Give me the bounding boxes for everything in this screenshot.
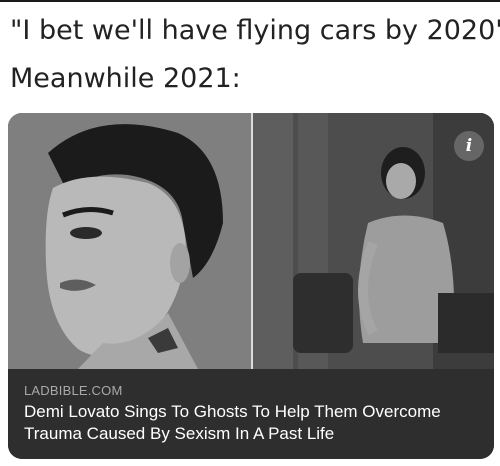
top-divider: [0, 0, 500, 2]
portrait-photo: [8, 113, 251, 369]
info-icon[interactable]: i: [454, 131, 484, 161]
news-source: LADBIBLE.COM: [24, 383, 123, 398]
news-card[interactable]: i LADBIBLE.COM Demi Lovato Sings To Ghos…: [8, 113, 494, 459]
portrait-photo-graphic: [8, 113, 251, 369]
news-card-photos[interactable]: i: [8, 113, 494, 369]
news-headline[interactable]: Demi Lovato Sings To Ghosts To Help Them…: [24, 401, 484, 445]
news-card-footer[interactable]: LADBIBLE.COM Demi Lovato Sings To Ghosts…: [8, 369, 494, 459]
meme-caption-line-1: "I bet we'll have flying cars by 2020": [10, 15, 500, 46]
meme-caption-line-2: Meanwhile 2021:: [10, 63, 241, 94]
